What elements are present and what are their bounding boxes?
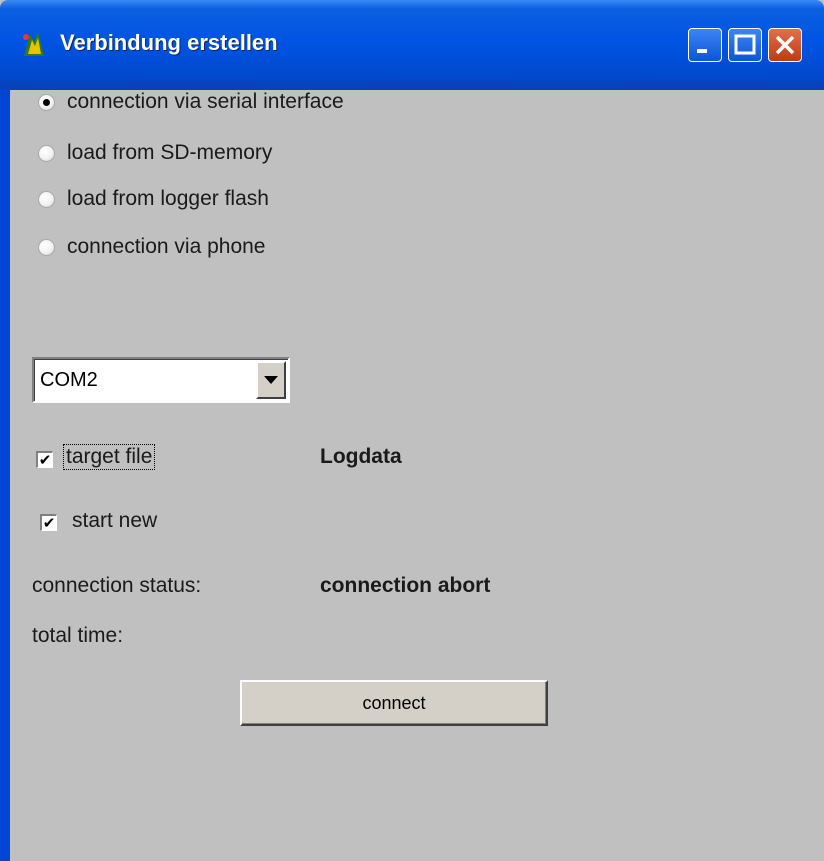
port-dropdown-button[interactable] [256,361,286,399]
checkmark-icon: ✔ [42,514,56,532]
radio-serial-interface[interactable]: connection via serial interface [38,87,344,117]
target-file-checkbox[interactable]: ✔ [36,451,53,468]
chevron-down-icon [264,376,278,384]
close-icon [775,35,795,55]
app-icon [23,32,44,56]
target-file-label[interactable]: target file [62,444,156,470]
total-time-label: total time: [32,624,124,647]
checkmark-icon: ✔ [38,451,52,469]
connection-status-value: connection abort [320,574,491,597]
radio-phone-button[interactable] [38,238,55,256]
radio-serial-button[interactable] [38,93,55,111]
window-title: Verbindung erstellen [60,30,278,55]
minimize-button[interactable] [688,28,722,62]
target-file-value: Logdata [320,445,402,468]
radio-logger-flash[interactable]: load from logger flash [38,184,269,214]
maximize-icon [734,34,756,55]
window-frame-left [0,90,10,861]
radio-flash-label: load from logger flash [67,187,269,210]
radio-sd-button[interactable] [38,144,55,162]
radio-flash-button[interactable] [38,190,55,208]
radio-serial-label: connection via serial interface [67,90,344,113]
minimize-icon [697,49,707,53]
radio-phone[interactable]: connection via phone [38,232,266,262]
radio-sd-memory[interactable]: load from SD-memory [38,138,272,168]
radio-sd-label: load from SD-memory [67,141,273,164]
title-bar[interactable]: Verbindung erstellen [0,0,824,90]
start-new-checkbox[interactable]: ✔ [40,514,57,531]
start-new-label[interactable]: start new [72,509,157,533]
port-select-value: COM2 [40,369,98,391]
radio-phone-label: connection via phone [67,235,266,258]
port-select[interactable]: COM2 [32,357,290,403]
close-button[interactable] [768,28,802,62]
connect-button[interactable]: connect [240,680,548,726]
connection-status-label: connection status: [32,574,202,597]
maximize-button[interactable] [728,28,762,62]
connection-dialog: Verbindung erstellen connection via seri… [0,0,824,861]
